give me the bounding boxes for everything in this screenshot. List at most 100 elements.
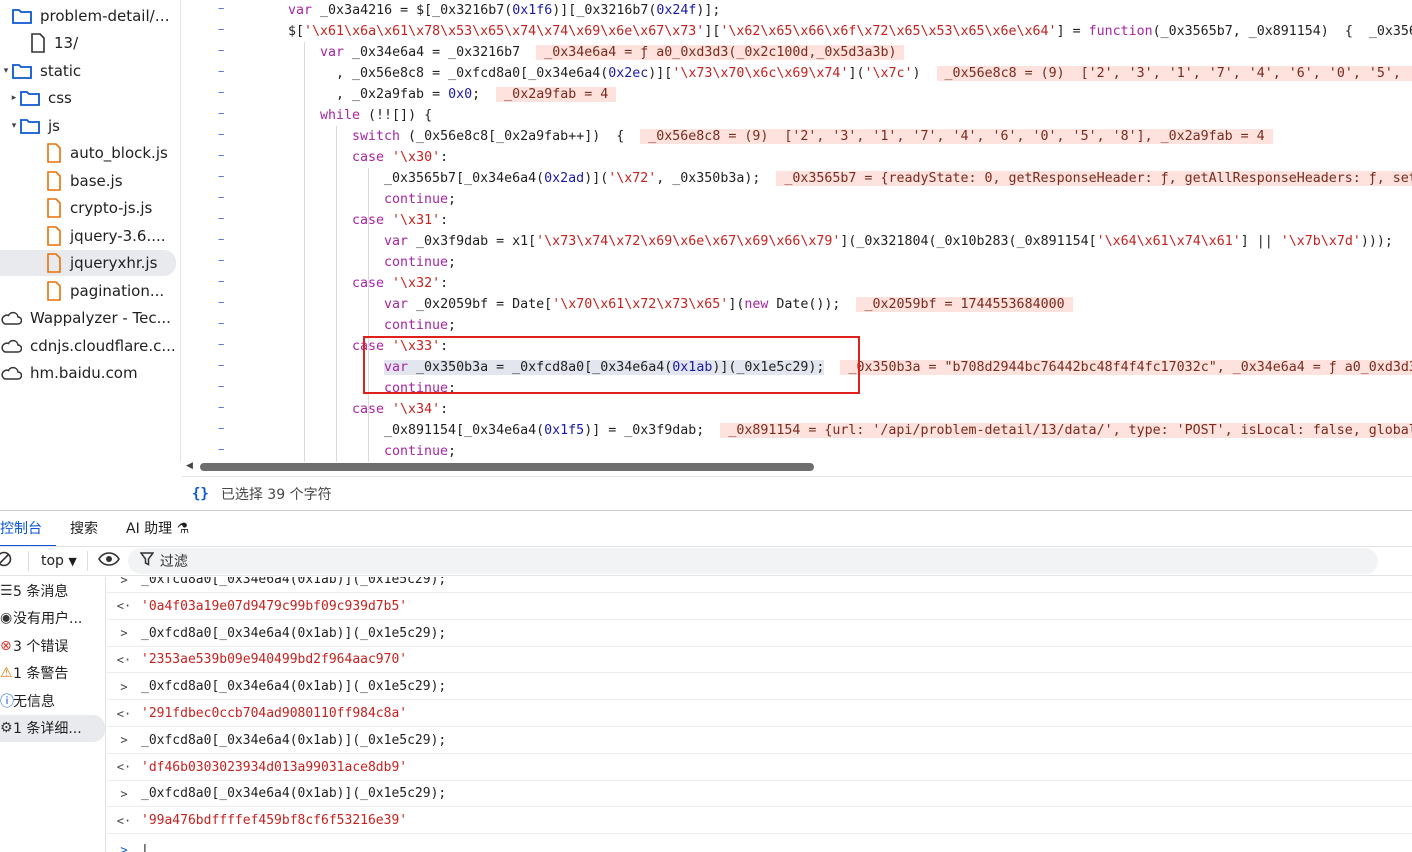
messages-filter[interactable]: ☰ 5 条消息 — [0, 577, 105, 605]
console-output-row[interactable]: <· '291fdbec0ccb704ad9080110ff984c8a' — [107, 701, 1412, 727]
tree-item-label: jqueryxhr.js — [70, 254, 158, 272]
chevron-right-icon: > — [120, 679, 128, 694]
tree-item-label: cdnjs.cloudflare.c... — [30, 337, 176, 355]
line-gutter-marker: – — [218, 85, 225, 100]
chevron-right-icon: > — [120, 577, 128, 587]
code-line[interactable]: _0x3565b7[_0x34e6a4(0x2ad)]('\x72', _0x3… — [384, 168, 1412, 189]
tree-item[interactable]: base.js — [46, 168, 123, 194]
console-output-row[interactable]: <· '0a4f03a19e07d9479c99bf09c939d7b5' — [107, 594, 1412, 620]
code-line[interactable]: $['\x61\x6a\x61\x78\x53\x65\x74\x74\x69\… — [288, 21, 1412, 42]
return-arrow-icon: <· — [116, 760, 132, 775]
code-line[interactable]: continue; — [384, 189, 456, 210]
tree-item[interactable]: cdnjs.cloudflare.c... — [0, 333, 176, 359]
code-editor[interactable]: – var _0x3a4216 = $[_0x3216b7(0x1f6)][_0x… — [182, 0, 1412, 476]
line-gutter-marker: – — [218, 232, 225, 247]
code-text: var _0x2059bf = Date['\x70\x61\x72\x73\x… — [384, 297, 841, 312]
code-line[interactable]: case '\x34': — [352, 399, 448, 420]
code-line[interactable]: var _0x2059bf = Date['\x70\x61\x72\x73\x… — [384, 294, 1073, 315]
tree-item[interactable]: auto_block.js — [46, 140, 168, 166]
code-line[interactable]: case '\x30': — [352, 147, 448, 168]
code-text: var _0x3f9dab = x1['\x73\x74\x72\x69\x6e… — [384, 234, 1393, 249]
file-tree: problem-detail/… 13/ ▾ static ▸ css ▾ js… — [0, 0, 181, 462]
inline-value: _0x350b3a = "b708d2944bc76442bc48f4f4fc1… — [840, 360, 1412, 375]
code-line[interactable]: continue; — [384, 441, 456, 462]
code-line[interactable]: , _0x2a9fab = 0x0; _0x2a9fab = 4 — [336, 84, 617, 105]
chevron-down-icon: ▼ — [68, 555, 77, 568]
code-line[interactable]: continue; — [384, 252, 456, 273]
code-line[interactable]: _0x891154[_0x34e6a4(0x1f5)] = _0x3f9dab;… — [384, 420, 1412, 441]
errors-filter[interactable]: ⊗ 3 个错误 — [0, 632, 105, 660]
console-output-value: '0a4f03a19e07d9479c99bf09c939d7b5' — [141, 598, 408, 614]
console-input-row[interactable]: > _0xfcd8a0[_0x34e6a4(0x1ab)](_0x1e5c29); — [107, 621, 1412, 647]
folder-icon — [12, 9, 32, 24]
tree-item[interactable]: jquery-3.6.... — [46, 223, 166, 249]
code-line[interactable]: case '\x31': — [352, 210, 448, 231]
tree-item[interactable]: ▾ js — [8, 113, 60, 139]
console-output[interactable]: > _0xfcd8a0[_0x34e6a4(0x1ab)](_0x1e5c29);… — [107, 577, 1412, 852]
tree-item-selected[interactable]: jqueryxhr.js — [0, 250, 176, 276]
tree-item[interactable]: problem-detail/… — [0, 3, 170, 29]
clear-console-icon[interactable] — [0, 551, 12, 571]
code-line[interactable]: , _0x56e8c8 = _0xfcd8a0[_0x34e6a4(0x2ec)… — [336, 63, 1412, 84]
tab-console[interactable]: 控制台 — [0, 511, 56, 547]
code-line[interactable]: case '\x32': — [352, 273, 448, 294]
code-line[interactable]: var _0x34e6a4 = _0x3216b7 _0x34e6a4 = ƒ … — [320, 42, 905, 63]
filter-icon — [139, 552, 155, 570]
console-input-text: _0xfcd8a0[_0x34e6a4(0x1ab)](_0x1e5c29); — [141, 625, 447, 641]
return-arrow-icon: <· — [116, 813, 132, 828]
filter-label: 1 条详细... — [13, 721, 82, 738]
editor-status-bar: {} 已选择 39 个字符 — [182, 476, 1412, 510]
folder-icon — [20, 91, 40, 106]
tree-item[interactable]: hm.baidu.com — [0, 360, 138, 386]
tree-item-label: hm.baidu.com — [30, 364, 138, 382]
code-text: continue; — [384, 192, 457, 207]
warnings-filter[interactable]: ⚠ 1 条警告 — [0, 660, 105, 688]
console-output-value: '99a476bdffffef459bf8cf6f53216e39' — [141, 813, 408, 829]
tree-item[interactable]: ▸ css — [8, 85, 72, 111]
line-gutter-marker: – — [218, 316, 225, 331]
horizontal-scrollbar[interactable]: ◀ — [186, 460, 1410, 474]
tree-item[interactable]: crypto-js.js — [46, 195, 152, 221]
tab-search[interactable]: 搜索 — [56, 511, 112, 547]
scrollbar-thumb[interactable] — [200, 463, 814, 471]
filter-input[interactable]: 过滤 — [127, 548, 1378, 574]
code-line[interactable]: switch (_0x56e8c8[_0x2a9fab++]) { _0x56e… — [352, 126, 1273, 147]
inline-value: _0x891154 = {url: '/api/problem-detail/1… — [720, 423, 1412, 438]
inline-value: _0x56e8c8 = (9) ['2', '3', '1', '7', '4'… — [936, 66, 1412, 81]
console-prompt[interactable]: > | — [107, 837, 1412, 852]
info-filter[interactable]: ⓘ 无信息 — [0, 687, 105, 715]
divider — [86, 551, 88, 571]
context-selector[interactable]: top ▼ — [41, 553, 77, 569]
user-messages-filter[interactable]: ◉ 没有用户... — [0, 605, 105, 633]
info-icon: ⓘ — [0, 693, 14, 710]
code-line[interactable]: var _0x3f9dab = x1['\x73\x74\x72\x69\x6e… — [384, 231, 1393, 252]
chevron-down-icon: ▾ — [11, 121, 17, 131]
eye-icon[interactable] — [97, 552, 120, 570]
code-text: var _0x3a4216 = $[_0x3216b7(0x1f6)][_0x3… — [288, 3, 721, 18]
format-braces-icon[interactable]: {} — [192, 486, 209, 502]
console-input-row[interactable]: > _0xfcd8a0[_0x34e6a4(0x1ab)](_0x1e5c29); — [107, 577, 1412, 593]
tree-item[interactable]: 13/ — [30, 30, 78, 56]
verbose-filter[interactable]: ⚙ 1 条详细... — [0, 714, 105, 742]
console-output-row[interactable]: <· '2353ae539b09e940499bd2f964aac970' — [107, 647, 1412, 674]
line-gutter-marker: – — [218, 43, 225, 58]
inline-value: _0x34e6a4 = ƒ a0_0xd3d3(_0x2c100d,_0x5d3… — [536, 45, 905, 60]
console-output-row[interactable]: <· 'df46b0303023934d013a99031ace8db9' — [107, 755, 1412, 781]
console-input-row[interactable]: > _0xfcd8a0[_0x34e6a4(0x1ab)](_0x1e5c29); — [107, 781, 1412, 808]
code-line[interactable]: var _0x3a4216 = $[_0x3216b7(0x1f6)][_0x3… — [288, 0, 720, 21]
console-input-row[interactable]: > _0xfcd8a0[_0x34e6a4(0x1ab)](_0x1e5c29); — [107, 674, 1412, 701]
tab-ai-assistance[interactable]: AI 助理 ⚗ — [112, 511, 203, 547]
selection-status: 已选择 39 个字符 — [220, 486, 332, 503]
line-gutter-marker: – — [218, 358, 225, 373]
console-input-row[interactable]: > _0xfcd8a0[_0x34e6a4(0x1ab)](_0x1e5c29); — [107, 728, 1412, 754]
folder-icon — [20, 119, 40, 134]
console-output-row[interactable]: <· '99a476bdffffef459bf8cf6f53216e39' — [107, 808, 1412, 835]
code-line[interactable]: continue; — [384, 315, 456, 336]
tree-item[interactable]: Wappalyzer - Tec... — [0, 305, 171, 331]
code-text: $['\x61\x6a\x61\x78\x53\x65\x74\x74\x69\… — [288, 24, 1412, 39]
code-text: , _0x56e8c8 = _0xfcd8a0[_0x34e6a4(0x2ec)… — [336, 66, 921, 81]
tree-item[interactable]: ▾ static — [0, 58, 81, 84]
tree-item[interactable]: pagination... — [46, 278, 164, 304]
code-line[interactable]: while (!![]) { — [320, 105, 432, 126]
context-label: top — [41, 553, 64, 569]
